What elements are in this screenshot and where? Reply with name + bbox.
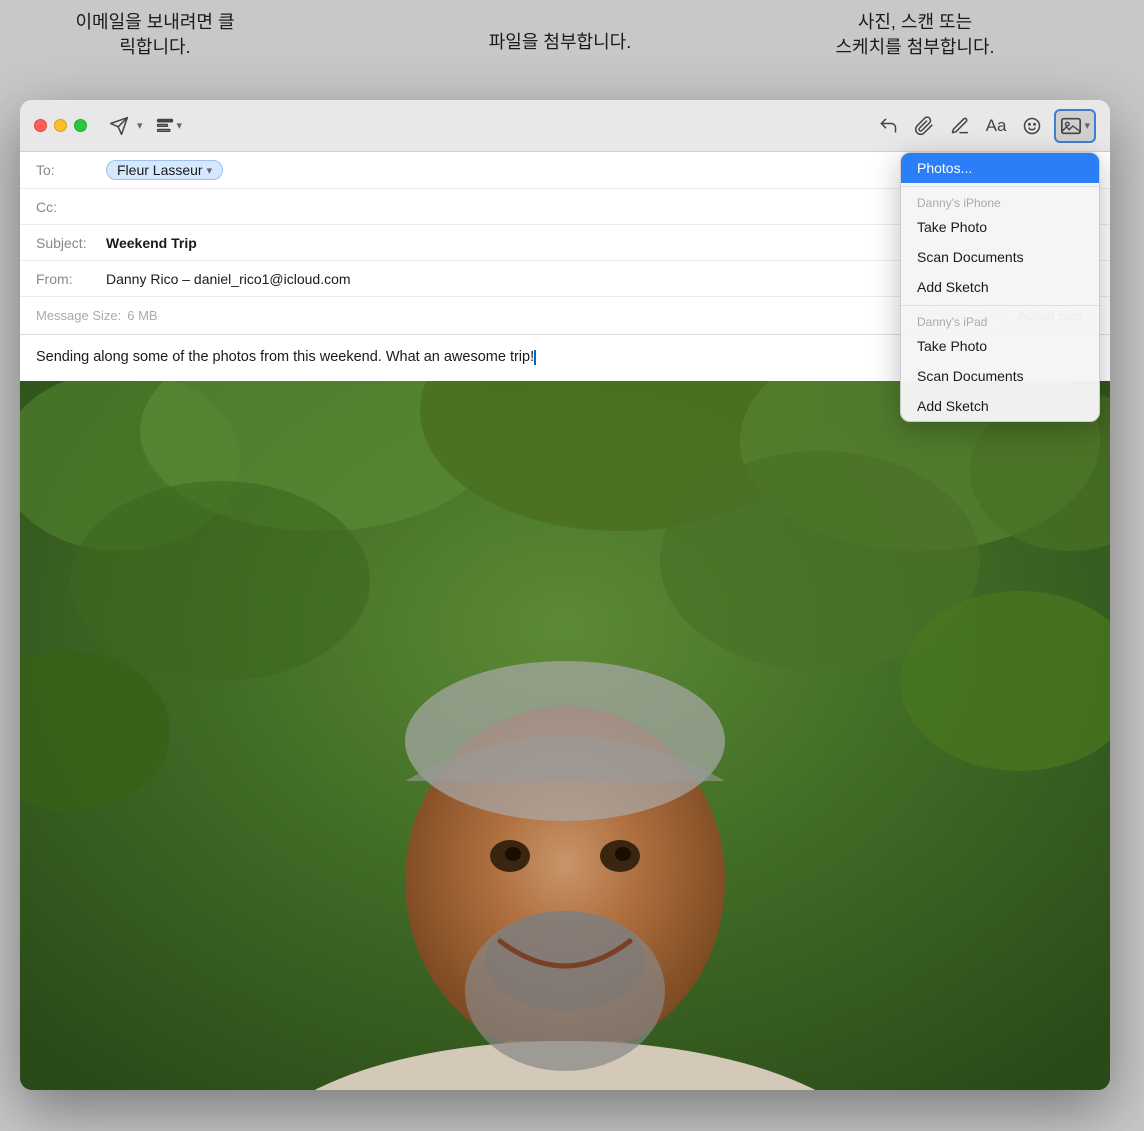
menu-divider-2: [901, 305, 1099, 306]
subject-label: Subject:: [36, 235, 106, 251]
menu-ipad-header: Danny's iPad: [901, 309, 1099, 331]
from-label: From:: [36, 271, 106, 287]
photo-dropdown-menu: Photos... Danny's iPhone Take Photo Scan…: [900, 152, 1100, 422]
to-label: To:: [36, 162, 106, 178]
toolbar-left: ▾ ▾: [105, 112, 186, 140]
reply-icon: [878, 116, 898, 136]
menu-item-photos[interactable]: Photos...: [901, 153, 1099, 183]
format-icon: [155, 116, 175, 136]
menu-item-add-sketch-ipad[interactable]: Add Sketch: [901, 391, 1099, 421]
menu-item-take-photo-iphone[interactable]: Take Photo: [901, 212, 1099, 242]
menu-item-scan-docs-iphone[interactable]: Scan Documents: [901, 242, 1099, 272]
send-chevron[interactable]: ▾: [137, 119, 143, 132]
markup-button[interactable]: [946, 112, 974, 140]
emoji-button[interactable]: [1018, 112, 1046, 140]
photo-annotation: 사진, 스캔 또는스케치를 첨부합니다.: [815, 10, 1015, 60]
attach-file-button[interactable]: [910, 112, 938, 140]
menu-item-take-photo-ipad[interactable]: Take Photo: [901, 331, 1099, 361]
maximize-button[interactable]: [74, 119, 87, 132]
email-photo: [20, 381, 1110, 1090]
traffic-lights: [34, 119, 87, 132]
menu-divider-1: [901, 186, 1099, 187]
send-icon: [109, 116, 129, 136]
message-size-value: 6 MB: [127, 308, 157, 323]
send-button[interactable]: [105, 112, 133, 140]
attach-annotation: 파일을 첨부합니다.: [480, 30, 640, 55]
photo-icon: [1060, 115, 1082, 137]
toolbar-right: Aa ▾: [874, 109, 1096, 143]
markup-icon: [950, 116, 970, 136]
recipient-token[interactable]: Fleur Lasseur ▾: [106, 160, 223, 180]
close-button[interactable]: [34, 119, 47, 132]
paperclip-icon: [914, 116, 934, 136]
photo-chevron: ▾: [1084, 119, 1090, 132]
toolbar: ▾ ▾: [20, 100, 1110, 152]
recipient-chevron: ▾: [207, 164, 213, 177]
from-value: Danny Rico – daniel_rico1@icloud.com: [106, 271, 351, 287]
mail-window: ▾ ▾: [20, 100, 1110, 1090]
photo-insert-button[interactable]: ▾: [1054, 109, 1096, 143]
font-label: Aa: [986, 116, 1007, 136]
send-annotation: 이메일을 보내려면 클릭합니다.: [75, 10, 235, 60]
menu-item-add-sketch-iphone[interactable]: Add Sketch: [901, 272, 1099, 302]
font-button[interactable]: Aa: [982, 112, 1011, 140]
emoji-icon: [1022, 116, 1042, 136]
cc-label: Cc:: [36, 199, 106, 215]
reply-button[interactable]: [874, 112, 902, 140]
menu-iphone-header: Danny's iPhone: [901, 190, 1099, 212]
format-chevron: ▾: [177, 119, 183, 132]
message-size-label: Message Size:: [36, 308, 121, 323]
photo-svg: [20, 381, 1110, 1090]
text-cursor: [534, 350, 536, 365]
email-body[interactable]: Sending along some of the photos from th…: [20, 335, 1110, 1090]
minimize-button[interactable]: [54, 119, 67, 132]
subject-value[interactable]: Weekend Trip: [106, 235, 197, 251]
menu-item-scan-docs-ipad[interactable]: Scan Documents: [901, 361, 1099, 391]
format-button[interactable]: ▾: [151, 112, 187, 140]
